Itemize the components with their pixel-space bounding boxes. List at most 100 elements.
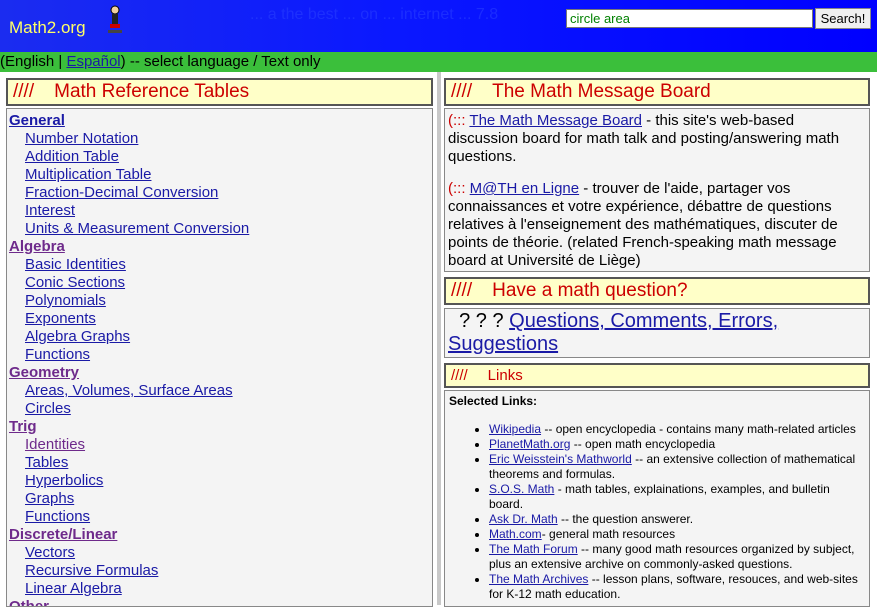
external-link-wikipedia[interactable]: Wikipedia (489, 422, 541, 436)
reference-link-algebra-graphs[interactable]: Algebra Graphs (25, 328, 130, 345)
selected-links-label: Selected Links: (449, 394, 538, 408)
list-item: The Math Forum -- many good math resourc… (489, 542, 861, 572)
question-prefix: ? ? ? (459, 310, 504, 332)
list-item: Addition Table (9, 148, 432, 166)
reference-link-addition-table[interactable]: Addition Table (25, 148, 119, 165)
reference-link-hyperbolics[interactable]: Hyperbolics (25, 472, 103, 489)
list-item: Eric Weisstein's Mathworld -- an extensi… (489, 452, 861, 482)
reference-link-areas-volumes-surface-areas[interactable]: Areas, Volumes, Surface Areas (25, 382, 233, 399)
title-marks: //// (451, 280, 473, 301)
list-item: Identities (9, 436, 432, 454)
list-item: S.O.S. Math - math tables, explainations… (489, 482, 861, 512)
link-description: - general math resources (541, 527, 676, 541)
list-item: Math.com- general math resources (489, 527, 861, 542)
reference-link-exponents[interactable]: Exponents (25, 310, 96, 327)
language-bar: (English | Español) -- select language /… (0, 52, 877, 72)
reference-link-identities[interactable]: Identities (25, 436, 85, 453)
message-board-title: The Math Message Board (492, 81, 711, 102)
reference-link-interest[interactable]: Interest (25, 202, 75, 219)
links-panel: Selected Links: Wikipedia -- open encycl… (444, 390, 870, 607)
title-marks: //// (13, 81, 35, 102)
reference-link-fraction-decimal-conversion[interactable]: Fraction-Decimal Conversion (25, 184, 218, 201)
header-background-text: ... a the best ... on ... internet ... 7… (250, 6, 499, 23)
category-link-trig[interactable]: Trig (9, 418, 37, 435)
list-item: Vectors (9, 544, 432, 562)
reference-tables-list: General Number Notation Addition Table Mult… (6, 108, 433, 607)
list-item: Polynomials (9, 292, 432, 310)
category-algebra: Algebra (9, 238, 432, 256)
list-item: Basic Identities (9, 256, 432, 274)
reference-link-tables[interactable]: Tables (25, 454, 68, 471)
reference-link-circles[interactable]: Circles (25, 400, 71, 417)
external-link-the-math-archives[interactable]: The Math Archives (489, 572, 588, 586)
list-item: Recursive Formulas (9, 562, 432, 580)
external-link-eric-weisstein-s-mathworld[interactable]: Eric Weisstein's Mathworld (489, 452, 632, 466)
list-item: Wikipedia -- open encyclopedia - contain… (489, 422, 861, 437)
reference-link-functions[interactable]: Functions (25, 346, 90, 363)
search-input[interactable] (566, 9, 813, 28)
list-item: PlanetMath.org -- open math encyclopedia (489, 437, 861, 452)
reference-link-multiplication-table[interactable]: Multiplication Table (25, 166, 151, 183)
reference-link-functions[interactable]: Functions (25, 508, 90, 525)
entry-prefix: (::: (448, 180, 466, 197)
category-link-geometry[interactable]: Geometry (9, 364, 79, 381)
list-item: Graphs (9, 490, 432, 508)
title-marks: //// (451, 367, 468, 384)
reference-link-recursive-formulas[interactable]: Recursive Formulas (25, 562, 158, 579)
right-column: ////The Math Message Board (::: The Math… (441, 72, 877, 607)
list-item: Multiplication Table (9, 166, 432, 184)
site-logo-text[interactable]: Math2.org (9, 18, 86, 38)
category-link-other[interactable]: Other (9, 598, 49, 606)
category-discrete-linear: Discrete/Linear (9, 526, 432, 544)
link-description: -- open encyclopedia - contains many mat… (541, 422, 856, 436)
reference-link-number-notation[interactable]: Number Notation (25, 130, 138, 147)
reference-link-units-measurement-conversion[interactable]: Units & Measurement Conversion (25, 220, 249, 237)
category-link-general[interactable]: General (9, 112, 65, 129)
lang-espanol-link[interactable]: Español (66, 53, 120, 70)
category-geometry: Geometry (9, 364, 432, 382)
list-item: Algebra Graphs (9, 328, 432, 346)
links-title: Links (487, 367, 523, 384)
lang-rest: ) -- select language / Text only (120, 53, 321, 70)
list-item: Ask Dr. Math -- the question answerer. (489, 512, 861, 527)
list-item: Circles (9, 400, 432, 418)
list-item: Tables (9, 454, 432, 472)
math-question-panel: ? ? ? Questions, Comments, Errors, Sugge… (444, 308, 870, 358)
reference-link-polynomials[interactable]: Polynomials (25, 292, 106, 309)
reference-tables-header: //// Math Reference Tables (6, 78, 433, 106)
category-link-discrete-linear[interactable]: Discrete/Linear (9, 526, 117, 543)
reference-link-conic-sections[interactable]: Conic Sections (25, 274, 125, 291)
left-column: //// Math Reference Tables General Number … (0, 72, 437, 607)
list-item: Number Notation (9, 130, 432, 148)
math-message-board-link[interactable]: The Math Message Board (469, 112, 642, 129)
category-other: Other (9, 598, 432, 606)
title-marks: //// (451, 81, 473, 102)
external-link-math-com[interactable]: Math.com (489, 527, 542, 541)
list-item: Interest (9, 202, 432, 220)
math-en-ligne-link[interactable]: M@TH en Ligne (470, 180, 579, 197)
list-item: The Math Archives -- lesson plans, softw… (489, 572, 861, 602)
lang-separator: | (54, 53, 67, 70)
reference-tables-title: Math Reference Tables (54, 81, 250, 102)
list-item: Functions (9, 508, 432, 526)
list-item: Areas, Volumes, Surface Areas (9, 382, 432, 400)
site-header: Math2.org ... a the best ... on ... inte… (0, 0, 877, 52)
link-description: -- the question answerer. (557, 512, 694, 526)
link-description: -- open math encyclopedia (570, 437, 716, 451)
external-link-planetmath-org[interactable]: PlanetMath.org (489, 437, 570, 451)
message-board-entry: (::: The Math Message Board - this site'… (448, 112, 863, 166)
reference-link-graphs[interactable]: Graphs (25, 490, 74, 507)
links-header: //// Links (444, 363, 870, 388)
list-item: Hyperbolics (9, 472, 432, 490)
list-item: Functions (9, 346, 432, 364)
search-button[interactable]: Search! (815, 8, 871, 29)
external-link-ask-dr-math[interactable]: Ask Dr. Math (489, 512, 558, 526)
category-link-algebra[interactable]: Algebra (9, 238, 65, 255)
reference-link-basic-identities[interactable]: Basic Identities (25, 256, 126, 273)
reference-link-vectors[interactable]: Vectors (25, 544, 75, 561)
list-item: Fraction-Decimal Conversion (9, 184, 432, 202)
external-link-s-o-s-math[interactable]: S.O.S. Math (489, 482, 554, 496)
external-link-the-math-forum[interactable]: The Math Forum (489, 542, 578, 556)
message-board-header: //// The Math Message Board (444, 78, 870, 106)
reference-link-linear-algebra[interactable]: Linear Algebra (25, 580, 122, 597)
